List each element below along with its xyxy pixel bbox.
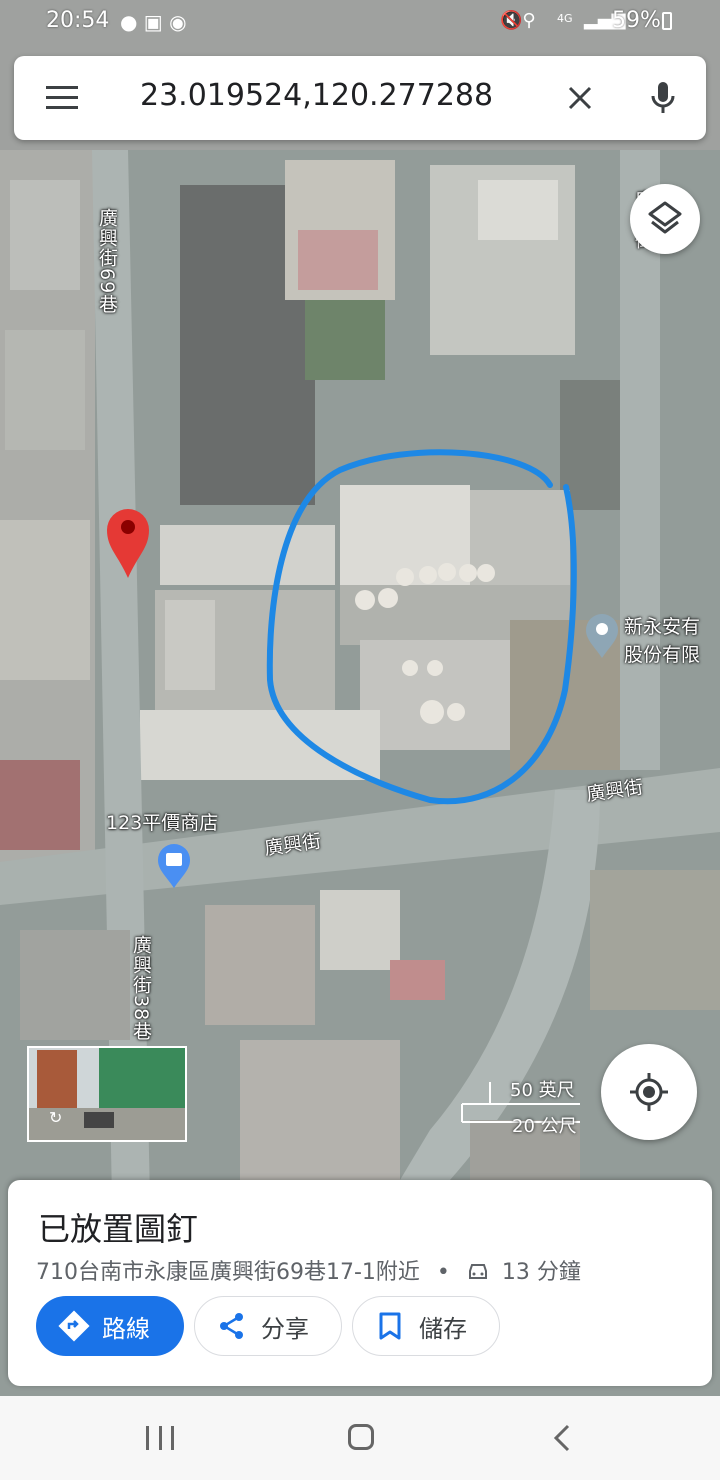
company-label[interactable]: 股份有限	[624, 640, 700, 667]
notification-icons: ● ▣ ◉	[120, 10, 187, 34]
scale-imperial: 50 英尺	[510, 1080, 575, 1101]
battery-icon	[662, 12, 672, 30]
rotate-360-icon: ↻	[49, 1108, 63, 1127]
share-button[interactable]: 分享	[194, 1296, 342, 1356]
mic-icon[interactable]	[650, 80, 676, 116]
signal-icon: 🔇⚲	[500, 10, 536, 31]
place-title: 已放置圖釘	[38, 1210, 199, 1248]
car-icon	[468, 1264, 487, 1279]
bookmark-icon	[379, 1312, 401, 1340]
clock: 20:54	[46, 8, 110, 33]
directions-icon	[58, 1310, 90, 1342]
share-label: 分享	[261, 1314, 309, 1343]
layers-button[interactable]	[630, 184, 700, 254]
recent-apps-button[interactable]	[146, 1426, 174, 1450]
search-query[interactable]: 23.019524,120.277288	[140, 78, 493, 113]
place-address: 710台南市永康區廣興街69巷17-1附近	[36, 1260, 420, 1285]
crosshair-icon	[630, 1073, 668, 1111]
shop-label[interactable]: 123平價商店	[106, 808, 218, 835]
save-label: 儲存	[419, 1314, 467, 1343]
drive-time: 13 分鐘	[501, 1260, 581, 1285]
separator-dot: •	[436, 1260, 450, 1285]
map-scale: 50 英尺 20 公尺	[460, 1076, 590, 1137]
layers-icon	[648, 201, 682, 234]
save-button[interactable]: 儲存	[352, 1296, 500, 1356]
back-button[interactable]	[552, 1424, 572, 1452]
battery-percent: 59%	[612, 8, 661, 33]
street-label: 廣興街69巷	[96, 208, 118, 315]
search-bar[interactable]: 23.019524,120.277288	[14, 56, 706, 140]
system-nav-bar	[0, 1396, 720, 1480]
street-label: 廣興街38巷	[130, 935, 152, 1042]
directions-button[interactable]: 路線	[36, 1296, 184, 1356]
my-location-button[interactable]	[601, 1044, 697, 1140]
status-bar: 20:54 ● ▣ ◉ 4G 🔇⚲ ▂▄▆ 59%	[0, 0, 720, 44]
home-button[interactable]	[348, 1424, 374, 1450]
street-view-thumbnail[interactable]: ↻	[27, 1046, 187, 1142]
close-icon[interactable]	[567, 85, 593, 111]
place-sheet[interactable]: 已放置圖釘 710台南市永康區廣興街69巷17-1附近 • 13 分鐘 路線 分…	[8, 1180, 712, 1386]
place-subtitle: 710台南市永康區廣興街69巷17-1附近 • 13 分鐘	[36, 1254, 581, 1286]
scale-metric: 20 公尺	[512, 1116, 577, 1137]
share-icon	[220, 1313, 243, 1339]
network-icon: 4G	[557, 12, 573, 25]
menu-icon[interactable]	[46, 86, 78, 110]
company-label[interactable]: 新永安有	[624, 612, 700, 639]
directions-label: 路線	[102, 1314, 150, 1343]
